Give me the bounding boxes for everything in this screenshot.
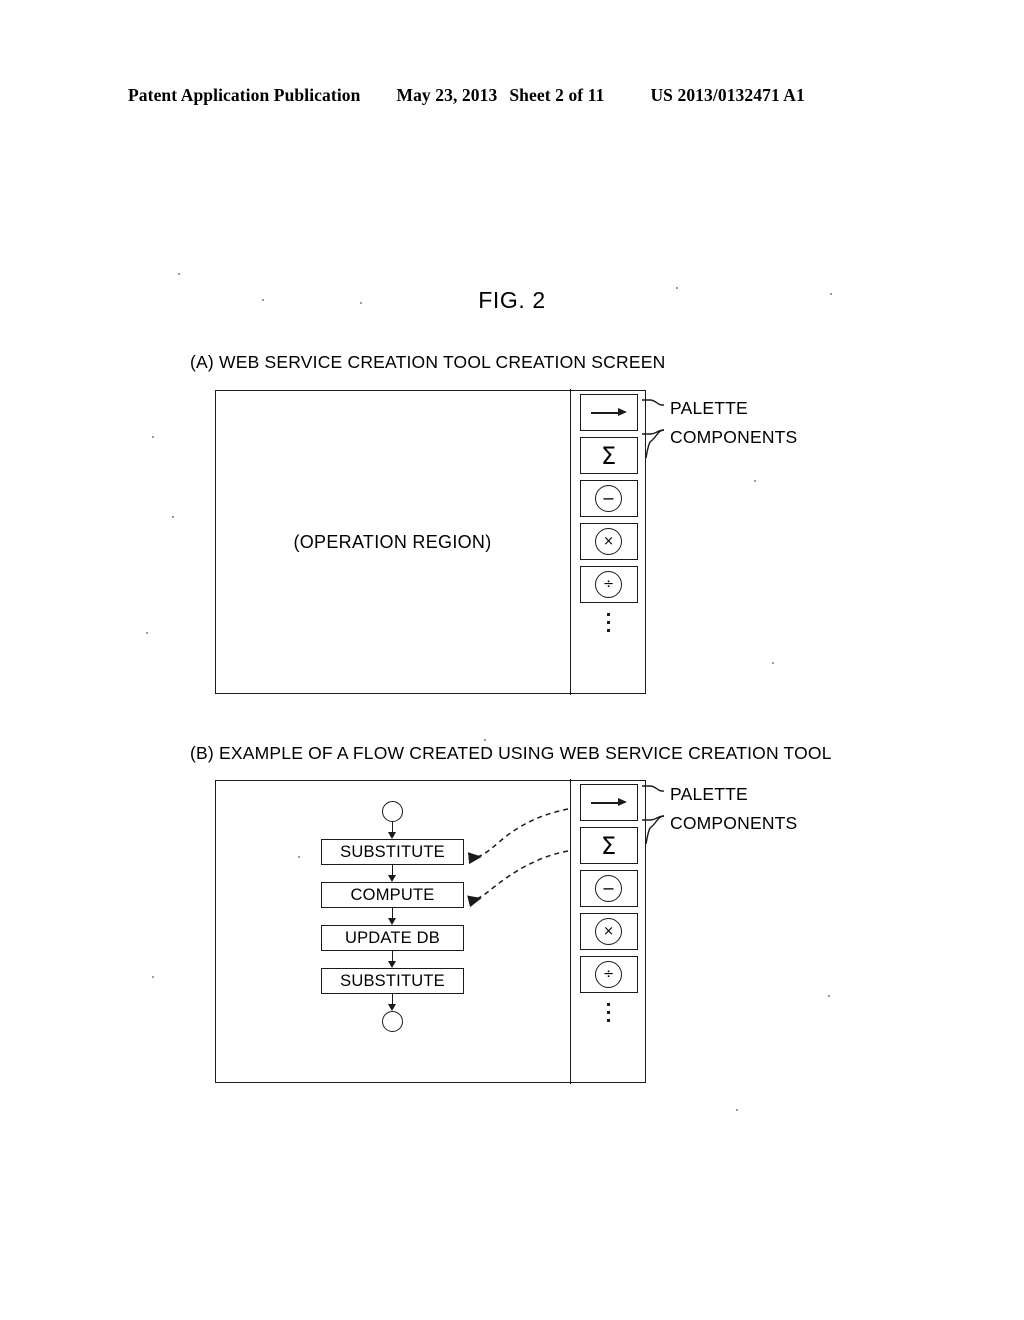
flow-node-label: UPDATE DB [344, 928, 440, 947]
flow-node-label: SUBSTITUTE [340, 842, 445, 861]
scan-speck [146, 632, 148, 634]
flow-end-terminal[interactable] [382, 1011, 403, 1032]
arrow-right-icon [590, 408, 627, 418]
panel-b-palette-strip: Σ − × ÷ [569, 779, 647, 1084]
panel-b-caption: (B) EXAMPLE OF A FLOW CREATED USING WEB … [190, 743, 832, 763]
scan-speck [736, 1109, 738, 1111]
scan-speck [830, 293, 832, 295]
palette-item-minus[interactable]: − [579, 480, 638, 518]
scan-speck [262, 299, 264, 301]
circled-multiply-icon: × [595, 528, 623, 556]
scan-speck [676, 287, 678, 289]
flow-arrow-step4-to-end [388, 994, 397, 1011]
palette-item-divide[interactable]: ÷ [579, 566, 638, 604]
palette-item-minus[interactable]: − [579, 870, 638, 908]
circled-minus-icon: − [595, 875, 623, 903]
scan-speck [152, 436, 154, 438]
flow-node-substitute-1[interactable]: SUBSTITUTE [321, 839, 464, 865]
flow-arrow-start-to-step1 [388, 822, 397, 839]
panel-b-screen: SUBSTITUTE COMPUTE UPDATE DB SUBSTITUTE [215, 779, 647, 1084]
flow-arrow-step1-to-step2 [388, 865, 397, 882]
scan-speck [172, 516, 174, 518]
drag-connector-sigma-to-compute [467, 850, 569, 908]
palette-item-sigma[interactable]: Σ [579, 437, 638, 475]
figure-title: FIG. 2 [478, 287, 546, 313]
panel-a-caption: (A) WEB SERVICE CREATION TOOL CREATION S… [190, 352, 666, 372]
panel-b-callout-palette: PALETTE [670, 784, 748, 804]
flow-node-label: COMPUTE [350, 885, 435, 904]
panel-b-callout-components: COMPONENTS [670, 813, 798, 833]
sheet-number: Sheet 2 of 11 [509, 85, 605, 105]
flow-arrow-step2-to-step3 [388, 908, 397, 925]
circled-minus-icon: − [595, 485, 623, 513]
sigma-icon: Σ [601, 831, 617, 860]
scan-speck [178, 273, 180, 275]
palette-item-divide[interactable]: ÷ [579, 956, 638, 994]
document-number: US 2013/0132471 A1 [650, 85, 805, 105]
scan-speck [298, 856, 300, 858]
flow-start-terminal[interactable] [382, 801, 403, 822]
arrow-right-icon [590, 798, 627, 808]
flow-node-update-db[interactable]: UPDATE DB [321, 925, 464, 951]
panel-a-callout-components: COMPONENTS [670, 427, 798, 447]
sigma-icon: Σ [601, 441, 617, 470]
palette-item-arrow[interactable] [579, 394, 638, 432]
flow-chart: SUBSTITUTE COMPUTE UPDATE DB SUBSTITUTE [321, 801, 464, 1032]
flow-node-label: SUBSTITUTE [340, 971, 445, 990]
patent-header: Patent Application Publication May 23, 2… [128, 85, 896, 106]
panel-a-screen: (OPERATION REGION) Σ − × ÷ [215, 389, 647, 695]
publication-date: May 23, 2013 [396, 85, 498, 105]
publication-label: Patent Application Publication [128, 85, 361, 105]
flow-arrow-step3-to-step4 [388, 951, 397, 968]
flow-node-compute[interactable]: COMPUTE [321, 882, 464, 908]
circled-multiply-icon: × [595, 918, 623, 946]
scan-speck [484, 739, 486, 741]
circled-divide-icon: ÷ [595, 571, 623, 599]
palette-more-ellipsis-icon [607, 1003, 611, 1023]
flow-node-substitute-2[interactable]: SUBSTITUTE [321, 968, 464, 994]
scan-speck [754, 480, 756, 482]
operation-region[interactable]: (OPERATION REGION) [216, 391, 569, 693]
circled-divide-icon: ÷ [595, 961, 623, 989]
panel-a-callout-palette: PALETTE [670, 398, 748, 418]
panel-a-palette-strip: Σ − × ÷ [569, 389, 647, 695]
scan-speck [828, 995, 830, 997]
palette-item-sigma[interactable]: Σ [579, 827, 638, 865]
operation-region-label: (OPERATION REGION) [293, 531, 492, 552]
palette-more-ellipsis-icon [607, 613, 611, 633]
scan-speck [360, 302, 362, 304]
scan-speck [152, 976, 154, 978]
palette-item-multiply[interactable]: × [579, 913, 638, 951]
scan-speck [772, 662, 774, 664]
palette-item-multiply[interactable]: × [579, 523, 638, 561]
drag-connector-arrow-to-substitute [467, 808, 569, 865]
palette-item-arrow[interactable] [579, 784, 638, 822]
